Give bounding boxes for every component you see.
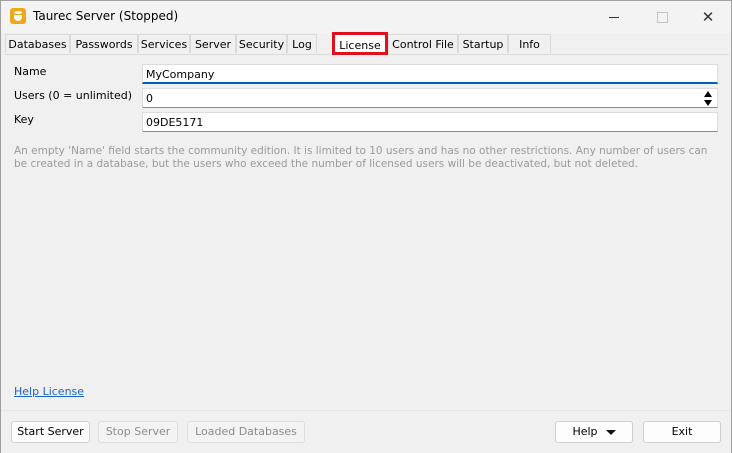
license-panel: Name MyCompany Users (0 = unlimited) 0 K… xyxy=(5,55,729,409)
close-icon: ✕ xyxy=(701,8,715,26)
tab-startup[interactable]: Startup xyxy=(458,34,508,53)
tab-license[interactable]: License xyxy=(332,32,388,55)
tab-services[interactable]: Services xyxy=(138,34,190,53)
name-label: Name xyxy=(14,65,47,78)
tab-databases[interactable]: Databases xyxy=(5,34,70,53)
spin-arrows-icon[interactable] xyxy=(704,91,713,106)
tab-bar: Databases Passwords Services Server Secu… xyxy=(5,32,729,55)
tab-server[interactable]: Server xyxy=(190,34,236,53)
license-info-text: An empty 'Name' field starts the communi… xyxy=(14,145,708,170)
help-license-link[interactable]: Help License xyxy=(14,385,84,398)
title-bar[interactable]: Taurec Server (Stopped) ✕ xyxy=(1,1,731,33)
main-window: Taurec Server (Stopped) ✕ Databases Pass… xyxy=(0,0,732,453)
maximize-icon xyxy=(656,11,668,23)
help-button[interactable]: Help xyxy=(555,421,633,443)
database-icon xyxy=(10,8,26,24)
maximize-button[interactable] xyxy=(639,1,685,33)
close-button[interactable]: ✕ xyxy=(685,1,731,33)
tab-log[interactable]: Log xyxy=(287,34,317,53)
exit-button[interactable]: Exit xyxy=(643,421,721,443)
minimize-icon xyxy=(609,16,619,18)
users-value: 0 xyxy=(146,92,153,105)
help-button-label: Help xyxy=(572,425,598,438)
loaded-databases-button[interactable]: Loaded Databases xyxy=(187,421,305,443)
tab-security[interactable]: Security xyxy=(236,34,287,53)
window-title: Taurec Server (Stopped) xyxy=(33,9,179,23)
key-input[interactable]: 09DE5171 xyxy=(142,112,718,132)
key-label: Key xyxy=(14,113,34,126)
tab-control-file[interactable]: Control File xyxy=(388,34,458,53)
button-bar: Start Server Stop Server Loaded Database… xyxy=(1,410,731,453)
chevron-down-icon xyxy=(605,429,616,435)
tab-info[interactable]: Info xyxy=(508,34,551,53)
users-spinner[interactable]: 0 xyxy=(142,88,718,108)
users-label: Users (0 = unlimited) xyxy=(14,89,132,102)
tab-passwords[interactable]: Passwords xyxy=(70,34,138,53)
start-server-button[interactable]: Start Server xyxy=(11,421,90,443)
stop-server-button[interactable]: Stop Server xyxy=(98,421,178,443)
name-input[interactable]: MyCompany xyxy=(142,64,718,84)
minimize-button[interactable] xyxy=(591,1,637,33)
